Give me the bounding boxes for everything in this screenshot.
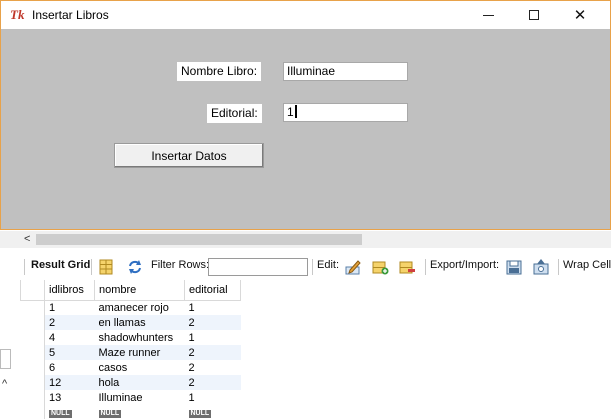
result-toolbar: Result Grid Filter Rows: Edit: Export/Im… (0, 254, 611, 281)
row-header[interactable] (20, 315, 45, 330)
cell-nombre[interactable]: hola (94, 375, 185, 390)
cell-idlibros[interactable]: 12 (44, 375, 95, 390)
nombre-libro-value: Illuminae (287, 64, 336, 78)
grid-icon[interactable] (97, 258, 115, 276)
insertar-datos-button[interactable]: Insertar Datos (114, 143, 264, 168)
toolbar-separator (91, 259, 92, 275)
cell-editorial[interactable]: 1 (185, 300, 241, 315)
edit-label: Edit: (317, 259, 340, 271)
cell-nombre[interactable]: en llamas (94, 315, 185, 330)
export-icon[interactable] (505, 258, 523, 276)
cell-editorial-null[interactable]: NULL (185, 405, 241, 419)
horizontal-scrollbar[interactable]: < (0, 231, 611, 248)
minimize-icon (482, 14, 494, 16)
cell-idlibros[interactable]: 13 (45, 390, 95, 405)
window-title: Insertar Libros (32, 8, 109, 22)
cell-editorial[interactable]: 2 (185, 360, 241, 375)
maximize-icon (529, 10, 539, 20)
refresh-icon[interactable] (126, 258, 144, 276)
filter-rows-input[interactable] (208, 258, 308, 276)
column-header-nombre[interactable]: nombre (94, 280, 185, 301)
cell-idlibros[interactable]: 1 (45, 300, 95, 315)
table-row[interactable]: 1 amanecer rojo 1 (20, 300, 241, 315)
row-header[interactable] (20, 405, 45, 419)
cell-nombre[interactable]: Maze runner (94, 345, 185, 360)
table-row[interactable]: 13 Illuminae 1 (20, 390, 241, 405)
text-caret (294, 105, 297, 118)
toolbar-separator (312, 259, 313, 275)
table-row[interactable]: 4 shadowhunters 1 (20, 330, 241, 345)
table-row[interactable]: 6 casos 2 (20, 360, 241, 375)
delete-row-icon[interactable] (398, 258, 416, 276)
cell-editorial[interactable]: 2 (184, 375, 241, 390)
toolbar-separator (24, 259, 25, 275)
cell-nombre-null[interactable]: NULL (95, 405, 185, 419)
cell-idlibros[interactable]: 2 (44, 315, 95, 330)
new-row[interactable]: NULL NULL NULL (20, 405, 241, 419)
editorial-value: 1 (287, 105, 294, 119)
row-header[interactable] (20, 300, 45, 315)
nombre-libro-label: Nombre Libro: (177, 62, 262, 81)
filter-rows-label: Filter Rows: (151, 259, 210, 271)
scroll-left-icon[interactable]: < (24, 233, 30, 245)
null-badge: NULL (98, 410, 122, 418)
cell-nombre[interactable]: shadowhunters (95, 330, 185, 345)
cell-editorial[interactable]: 1 (185, 390, 241, 405)
null-badge: NULL (49, 410, 72, 418)
column-header-editorial[interactable]: editorial (184, 280, 241, 301)
collapse-up-icon[interactable]: ^ (2, 378, 7, 390)
row-header[interactable] (20, 390, 45, 405)
cell-editorial[interactable]: 2 (184, 345, 241, 360)
maximize-button[interactable] (511, 1, 557, 29)
tk-window: Tk Insertar Libros ✕ Nombre Libro: Illum… (0, 0, 611, 230)
editorial-input[interactable]: 1 (283, 103, 408, 122)
row-header[interactable] (20, 330, 45, 345)
result-grid: idlibros nombre editorial 1 amanecer roj… (20, 280, 241, 419)
toolbar-separator (558, 259, 559, 275)
export-import-label: Export/Import: (430, 259, 500, 271)
cell-idlibros[interactable]: 4 (45, 330, 95, 345)
cell-editorial[interactable]: 2 (184, 315, 241, 330)
toolbar-separator (425, 259, 426, 275)
cell-nombre[interactable]: casos (95, 360, 185, 375)
row-header-corner (20, 280, 45, 301)
title-bar[interactable]: Tk Insertar Libros ✕ (1, 1, 610, 29)
row-header[interactable] (20, 360, 45, 375)
cell-editorial[interactable]: 1 (185, 330, 241, 345)
wrap-cell-button[interactable]: Wrap Cell (563, 259, 611, 271)
nombre-libro-input[interactable]: Illuminae (283, 62, 408, 81)
column-header-idlibros[interactable]: idlibros (44, 280, 95, 301)
import-icon[interactable] (532, 258, 550, 276)
left-panel-input[interactable] (0, 349, 11, 369)
scroll-thumb[interactable] (36, 234, 362, 245)
result-grid-tab[interactable]: Result Grid (31, 259, 90, 271)
cell-idlibros[interactable]: 6 (45, 360, 95, 375)
cell-idlibros-null[interactable]: NULL (45, 405, 95, 419)
null-badge: NULL (188, 410, 212, 418)
editorial-label: Editorial: (207, 104, 262, 123)
minimize-button[interactable] (465, 1, 511, 29)
table-row[interactable]: 5 Maze runner 2 (20, 345, 241, 360)
cell-nombre[interactable]: amanecer rojo (95, 300, 185, 315)
edit-pencil-icon[interactable] (344, 258, 362, 276)
table-row[interactable]: 12 hola 2 (20, 375, 241, 390)
table-row[interactable]: 2 en llamas 2 (20, 315, 241, 330)
row-header[interactable] (20, 375, 45, 390)
row-header[interactable] (20, 345, 45, 360)
tk-logo-icon: Tk (10, 7, 25, 22)
close-button[interactable]: ✕ (557, 1, 603, 29)
close-icon: ✕ (573, 7, 587, 24)
cell-nombre[interactable]: Illuminae (95, 390, 185, 405)
grid-header-row: idlibros nombre editorial (20, 280, 241, 301)
cell-idlibros[interactable]: 5 (44, 345, 95, 360)
add-row-icon[interactable] (371, 258, 389, 276)
